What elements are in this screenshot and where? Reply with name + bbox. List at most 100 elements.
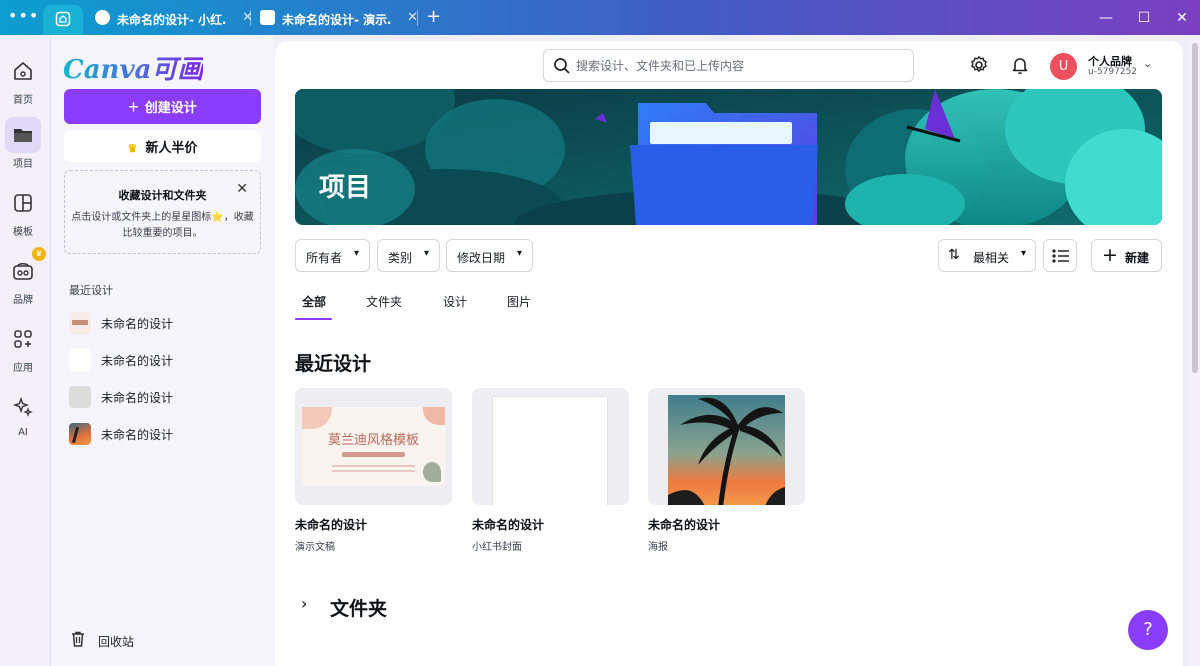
settings-button[interactable]: [969, 55, 989, 79]
design-card[interactable]: 未命名的设计 海报: [648, 388, 805, 553]
new-button[interactable]: + 新建: [1091, 239, 1162, 272]
canva-logo-icon: [95, 10, 110, 25]
rail-item-brand[interactable]: ♛ 品牌: [5, 247, 46, 306]
recent-item-label: 未命名的设计: [101, 354, 174, 368]
close-window-button[interactable]: ✕: [1172, 8, 1192, 28]
avatar[interactable]: U: [1050, 53, 1077, 80]
tab-all[interactable]: 全部: [302, 293, 326, 310]
page-title: 项目: [319, 173, 372, 203]
rail-item-ai[interactable]: AI: [5, 389, 41, 438]
canva-logo[interactable]: Canva可画: [63, 49, 203, 85]
close-tab-icon[interactable]: ✕: [242, 10, 253, 25]
crown-icon: ♛: [127, 142, 138, 155]
home-icon: [14, 62, 32, 80]
newbie-discount-button[interactable]: ♛ 新人半价: [64, 130, 261, 162]
card-title: 未命名的设计: [648, 518, 721, 532]
thumbnail-title: 莫兰迪风格模板: [327, 433, 419, 448]
scrollbar-thumb[interactable]: [1192, 43, 1198, 373]
recent-item[interactable]: 未命名的设计: [69, 421, 259, 447]
tab-divider: [250, 10, 251, 26]
tab-design-presentation[interactable]: 未命名的设计- 演示… ✕: [260, 6, 418, 32]
recent-item[interactable]: 未命名的设计: [69, 310, 259, 336]
sparkle-icon: [12, 396, 33, 417]
gear-icon: [971, 56, 987, 72]
chevron-down-icon: ▾: [516, 248, 522, 259]
recent-item[interactable]: 未命名的设计: [69, 347, 259, 373]
category-filter[interactable]: 类别 ▾: [377, 239, 440, 272]
list-icon: [1052, 249, 1069, 263]
new-label: 新建: [1125, 251, 1150, 265]
thumbnail: [69, 349, 91, 371]
tip-title: 收藏设计和文件夹: [118, 189, 207, 202]
design-thumbnail: 莫兰迪风格模板: [295, 388, 452, 505]
plus-icon: +: [1102, 244, 1118, 266]
tab-designs[interactable]: 设计: [443, 293, 467, 310]
tab-divider: [417, 10, 418, 26]
filter-label: 所有者: [306, 251, 343, 265]
title-bar: ••• 未命名的设计- 小红… ✕ 未命名的设计- 演示… ✕ + — ☐ ✕: [0, 0, 1200, 35]
sort-dropdown[interactable]: ⇅ 最相关 ▾: [938, 239, 1036, 272]
hero-banner: 项目: [295, 89, 1162, 225]
card-type: 小红书封面: [472, 542, 522, 553]
card-type: 演示文稿: [295, 542, 335, 553]
favorites-tip: ✕ 收藏设计和文件夹 点击设计或文件夹上的星星图标⭐，收藏比较重要的项目。: [64, 170, 261, 254]
tab-label: 未命名的设计- 演示…: [282, 13, 392, 27]
thumbnail: [69, 312, 91, 334]
help-button[interactable]: ?: [1128, 610, 1168, 650]
rail-item-home[interactable]: 首页: [5, 53, 41, 106]
list-view-button[interactable]: [1043, 239, 1077, 272]
folder-icon: [14, 129, 32, 142]
card-title: 未命名的设计: [295, 518, 368, 532]
close-icon[interactable]: ✕: [236, 181, 248, 197]
design-card[interactable]: 莫兰迪风格模板 未命名的设计 演示文稿: [295, 388, 452, 553]
recent-heading: 最近设计: [69, 284, 113, 297]
maximize-button[interactable]: ☐: [1134, 8, 1154, 28]
rail-item-templates[interactable]: 模板: [5, 185, 41, 238]
tab-design-xiaohongshu[interactable]: 未命名的设计- 小红… ✕: [95, 6, 253, 32]
brand-id: u-5797252: [1088, 67, 1138, 77]
home-tab[interactable]: [43, 5, 83, 35]
owner-filter[interactable]: 所有者 ▾: [295, 239, 370, 272]
presentation-icon: [260, 10, 275, 25]
tab-folders[interactable]: 文件夹: [366, 293, 402, 310]
hero-illustration: [295, 89, 1162, 225]
chevron-down-icon[interactable]: ⌄: [1143, 57, 1152, 70]
tab-images[interactable]: 图片: [507, 293, 531, 310]
thumbnail: [69, 423, 91, 445]
modified-date-filter[interactable]: 修改日期 ▾: [446, 239, 533, 272]
trash-icon: [72, 631, 84, 647]
trash-button[interactable]: 回收站: [69, 630, 169, 650]
design-thumbnail: [648, 388, 805, 505]
home-icon: [55, 11, 71, 27]
minimize-button[interactable]: —: [1096, 8, 1116, 28]
chevron-down-icon: ▾: [423, 248, 429, 259]
more-menu-icon[interactable]: •••: [8, 8, 38, 27]
search-bar[interactable]: [543, 49, 914, 82]
plus-icon: +: [128, 97, 139, 117]
create-design-button[interactable]: + 创建设计: [64, 89, 261, 124]
filter-label: 类别: [388, 251, 413, 265]
side-panel: Canva可画 + 创建设计 ♛ 新人半价 ✕ 收藏设计和文件夹 点击设计或文件夹上…: [51, 35, 274, 666]
design-thumbnail: [472, 388, 629, 505]
folders-title: 文件夹: [330, 598, 388, 620]
thumbnail: [69, 386, 91, 408]
brand-icon: [13, 262, 33, 280]
design-card[interactable]: 未命名的设计 小红书封面: [472, 388, 629, 553]
recent-item[interactable]: 未命名的设计: [69, 384, 259, 410]
recent-item-label: 未命名的设计: [101, 317, 174, 331]
scrollbar[interactable]: [1190, 41, 1200, 666]
recent-item-label: 未命名的设计: [101, 391, 174, 405]
search-input[interactable]: [576, 56, 896, 76]
rail-item-apps[interactable]: 应用: [5, 321, 41, 374]
rail-item-projects[interactable]: 项目: [5, 117, 41, 170]
chevron-down-icon: ▾: [1020, 248, 1026, 259]
card-title: 未命名的设计: [472, 518, 545, 532]
sort-icon: ⇅: [948, 247, 960, 263]
rail-label: 应用: [13, 363, 33, 374]
notifications-button[interactable]: [1010, 55, 1030, 79]
chevron-right-icon: ›: [301, 594, 308, 613]
trash-label: 回收站: [98, 635, 135, 649]
new-tab-button[interactable]: +: [426, 6, 441, 27]
active-tab-indicator: [295, 318, 332, 320]
filter-label: 修改日期: [457, 251, 506, 265]
